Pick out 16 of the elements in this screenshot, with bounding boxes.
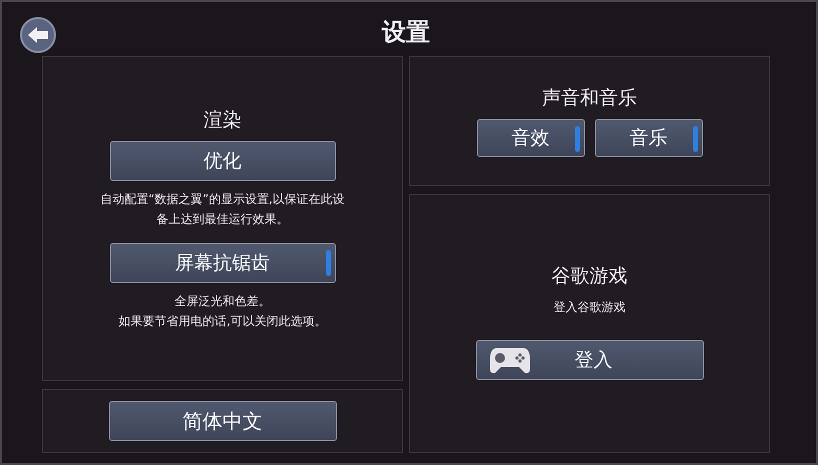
back-arrow-icon (27, 26, 49, 44)
panel-heading: 谷歌游戏 (552, 264, 628, 289)
panel-heading: 渲染 (204, 108, 242, 133)
gamepad-icon (488, 345, 530, 375)
panel-heading: 声音和音乐 (542, 86, 637, 111)
language-button[interactable]: 简体中文 (108, 401, 336, 441)
subtitle-text: 登入谷歌游戏 (554, 299, 626, 316)
description-text: 自动配置“数据之翼”的显示设置,以保证在此设 备上达到最佳运行效果。 (100, 191, 345, 228)
toggle-button[interactable]: 音效 (476, 119, 584, 157)
description-text: 全屏泛光和色差。 如果要节省用电的话,可以关闭此选项。 (118, 293, 326, 330)
toggle-button[interactable]: 屏幕抗锯齿 (110, 243, 336, 283)
back-button[interactable] (20, 17, 56, 53)
screen-title: 设置 (382, 17, 430, 48)
login-button[interactable]: 登入 (476, 340, 704, 380)
toggle-button[interactable]: 音乐 (594, 119, 702, 157)
option-button[interactable]: 优化 (110, 141, 336, 181)
